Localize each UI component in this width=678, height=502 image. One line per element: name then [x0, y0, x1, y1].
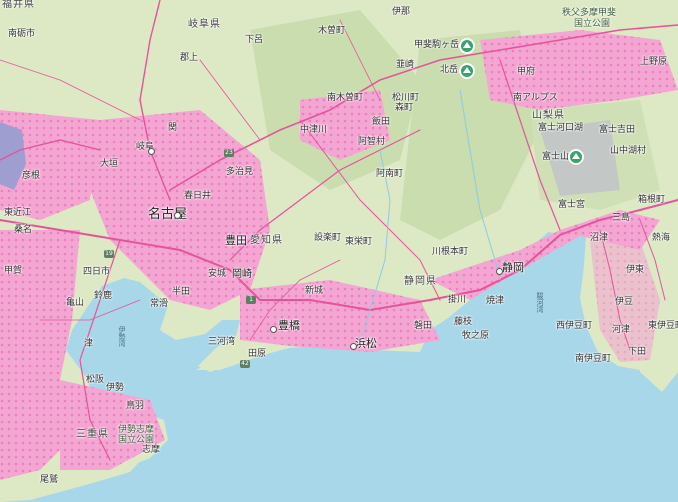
label-ito: 伊東: [626, 265, 645, 275]
map-canvas[interactable]: 福井県 岐阜県 南砺市 下呂 郡上 木曽町 南木曽町 中津川 松川町 飯田 阿智…: [0, 0, 678, 502]
label-fukui: 福井県: [2, 0, 35, 10]
label-fujisan: 富士山: [542, 152, 570, 162]
label-gujo: 郡上: [180, 53, 199, 63]
label-nirasaki: 韮崎: [396, 60, 415, 70]
city-dot-gifu: [148, 148, 155, 155]
label-handa: 半田: [172, 287, 191, 297]
label-numazu: 沼津: [590, 233, 609, 243]
label-toyohashi: 豊橋: [278, 319, 300, 332]
city-dot-toyohashi: [270, 326, 277, 333]
label-tajimi: 多治見: [226, 167, 254, 177]
label-yokkaichi: 四日市: [83, 267, 111, 277]
label-fujikawaguchiko: 富士河口湖: [538, 123, 584, 133]
city-dot-nagoya: [174, 212, 181, 219]
city-dot-shizuoka: [496, 268, 503, 275]
label-hamamatsu: 浜松: [355, 337, 377, 350]
label-kawanehon: 川根本町: [432, 247, 469, 257]
route-shield-42: 42: [240, 360, 250, 368]
label-hakone: 箱根町: [638, 195, 666, 205]
label-isewan: 伊勢湾: [118, 326, 126, 347]
label-uenohara: 上野原: [640, 57, 668, 67]
label-izu: 伊豆: [615, 297, 634, 307]
label-tsu: 津: [84, 339, 94, 349]
label-mishima: 三島: [612, 213, 631, 223]
label-surugawan: 駿河湾: [536, 292, 544, 313]
city-dot-hamamatsu: [350, 343, 357, 350]
label-kofu: 甲府: [517, 67, 536, 77]
route-shield-19: 19: [104, 250, 114, 258]
label-yamanakako: 山中湖村: [610, 146, 647, 156]
mountain-icon-fujisan[interactable]: [570, 151, 582, 163]
label-gero: 下呂: [245, 35, 264, 45]
label-iseshima2: 国立公園: [118, 435, 155, 445]
label-suzuka: 鈴鹿: [94, 291, 113, 301]
label-yaizu: 焼津: [486, 296, 505, 306]
label-fuji: 富士宮: [558, 200, 586, 210]
label-fujieda: 藤枝: [454, 317, 473, 327]
label-higashiomi: 東近江: [4, 208, 32, 218]
label-shima: 志摩: [142, 445, 161, 455]
label-kokuritsu: 国立公園: [574, 19, 611, 29]
label-okazaki: 岡崎: [232, 269, 252, 280]
mountain-icon-kaida[interactable]: [461, 40, 473, 52]
label-nagoya: 名古屋: [148, 207, 188, 222]
label-achi: 阿智村: [358, 137, 386, 147]
label-seki: 関: [168, 123, 178, 133]
label-matsusaka: 松阪: [86, 375, 105, 385]
label-toba: 鳥羽: [126, 401, 145, 411]
label-kakegawa: 掛川: [448, 295, 467, 305]
label-kameyama: 亀山: [66, 298, 85, 308]
label-kitadake: 北岳: [440, 65, 459, 75]
label-chichibu: 秩父多摩甲斐: [562, 8, 617, 18]
label-iwata: 磐田: [414, 321, 433, 331]
label-ise: 伊勢: [106, 383, 125, 393]
label-higashiizu: 東伊豆町: [648, 321, 678, 331]
label-kuwana: 桑名: [14, 225, 33, 235]
label-tahara: 田原: [248, 349, 267, 359]
label-kouka: 甲賀: [4, 266, 23, 276]
mountain-icon-kitadake[interactable]: [461, 65, 473, 77]
label-ina: 伊那: [392, 7, 411, 17]
label-yamanashi: 山梨県: [532, 110, 565, 121]
label-kawazu: 河津: [612, 325, 631, 335]
label-mie: 三重県: [76, 429, 109, 440]
label-toyota: 豊田: [225, 234, 247, 247]
label-nanto: 南砺市: [8, 29, 36, 39]
label-tokoname: 常滑: [150, 299, 169, 309]
label-gifu-pref: 岐阜県: [188, 19, 221, 30]
label-anjo: 安城: [208, 269, 227, 279]
route-shield-23: 23: [224, 149, 234, 157]
label-kaida: 甲斐駒ヶ岳: [414, 40, 460, 50]
label-fujiyoshida: 富士吉田: [599, 125, 636, 135]
label-atami: 熱海: [652, 233, 671, 243]
label-hikone: 彦根: [22, 171, 41, 181]
label-shitara: 設楽町: [314, 233, 342, 243]
label-shimoda: 下田: [628, 347, 647, 357]
label-mikawawan: 三河湾: [208, 337, 236, 347]
label-nishiizu: 西伊豆町: [556, 321, 593, 331]
label-kasugai: 春日井: [184, 191, 212, 201]
label-shizuoka-city: 静岡: [502, 261, 524, 274]
label-kiso: 木曽町: [318, 26, 346, 36]
label-owase: 尾鷲: [40, 475, 59, 485]
label-nakatsugawa: 中津川: [300, 125, 328, 135]
label-aichi: 愛知県: [250, 235, 283, 246]
label-shizuoka-pref: 静岡県: [404, 276, 437, 287]
map-base-layer: [0, 0, 678, 502]
label-omaezaki: 牧之原: [462, 331, 490, 341]
label-minamialps: 南アルプス: [513, 93, 558, 103]
label-minamiizu: 南伊豆町: [575, 354, 612, 364]
label-anan: 阿南町: [376, 169, 404, 179]
label-matsukawa: 松川町: [392, 93, 420, 103]
label-toei: 東栄町: [345, 237, 373, 247]
label-iseshima: 伊勢志摩: [118, 425, 155, 435]
route-shield-1: 1: [246, 296, 256, 304]
label-iida: 飯田: [372, 117, 391, 127]
label-ogaki: 大垣: [100, 159, 119, 169]
label-mori: 森町: [395, 103, 414, 113]
label-minamikiso: 南木曽町: [327, 93, 364, 103]
label-shinshiro: 新城: [305, 286, 324, 296]
